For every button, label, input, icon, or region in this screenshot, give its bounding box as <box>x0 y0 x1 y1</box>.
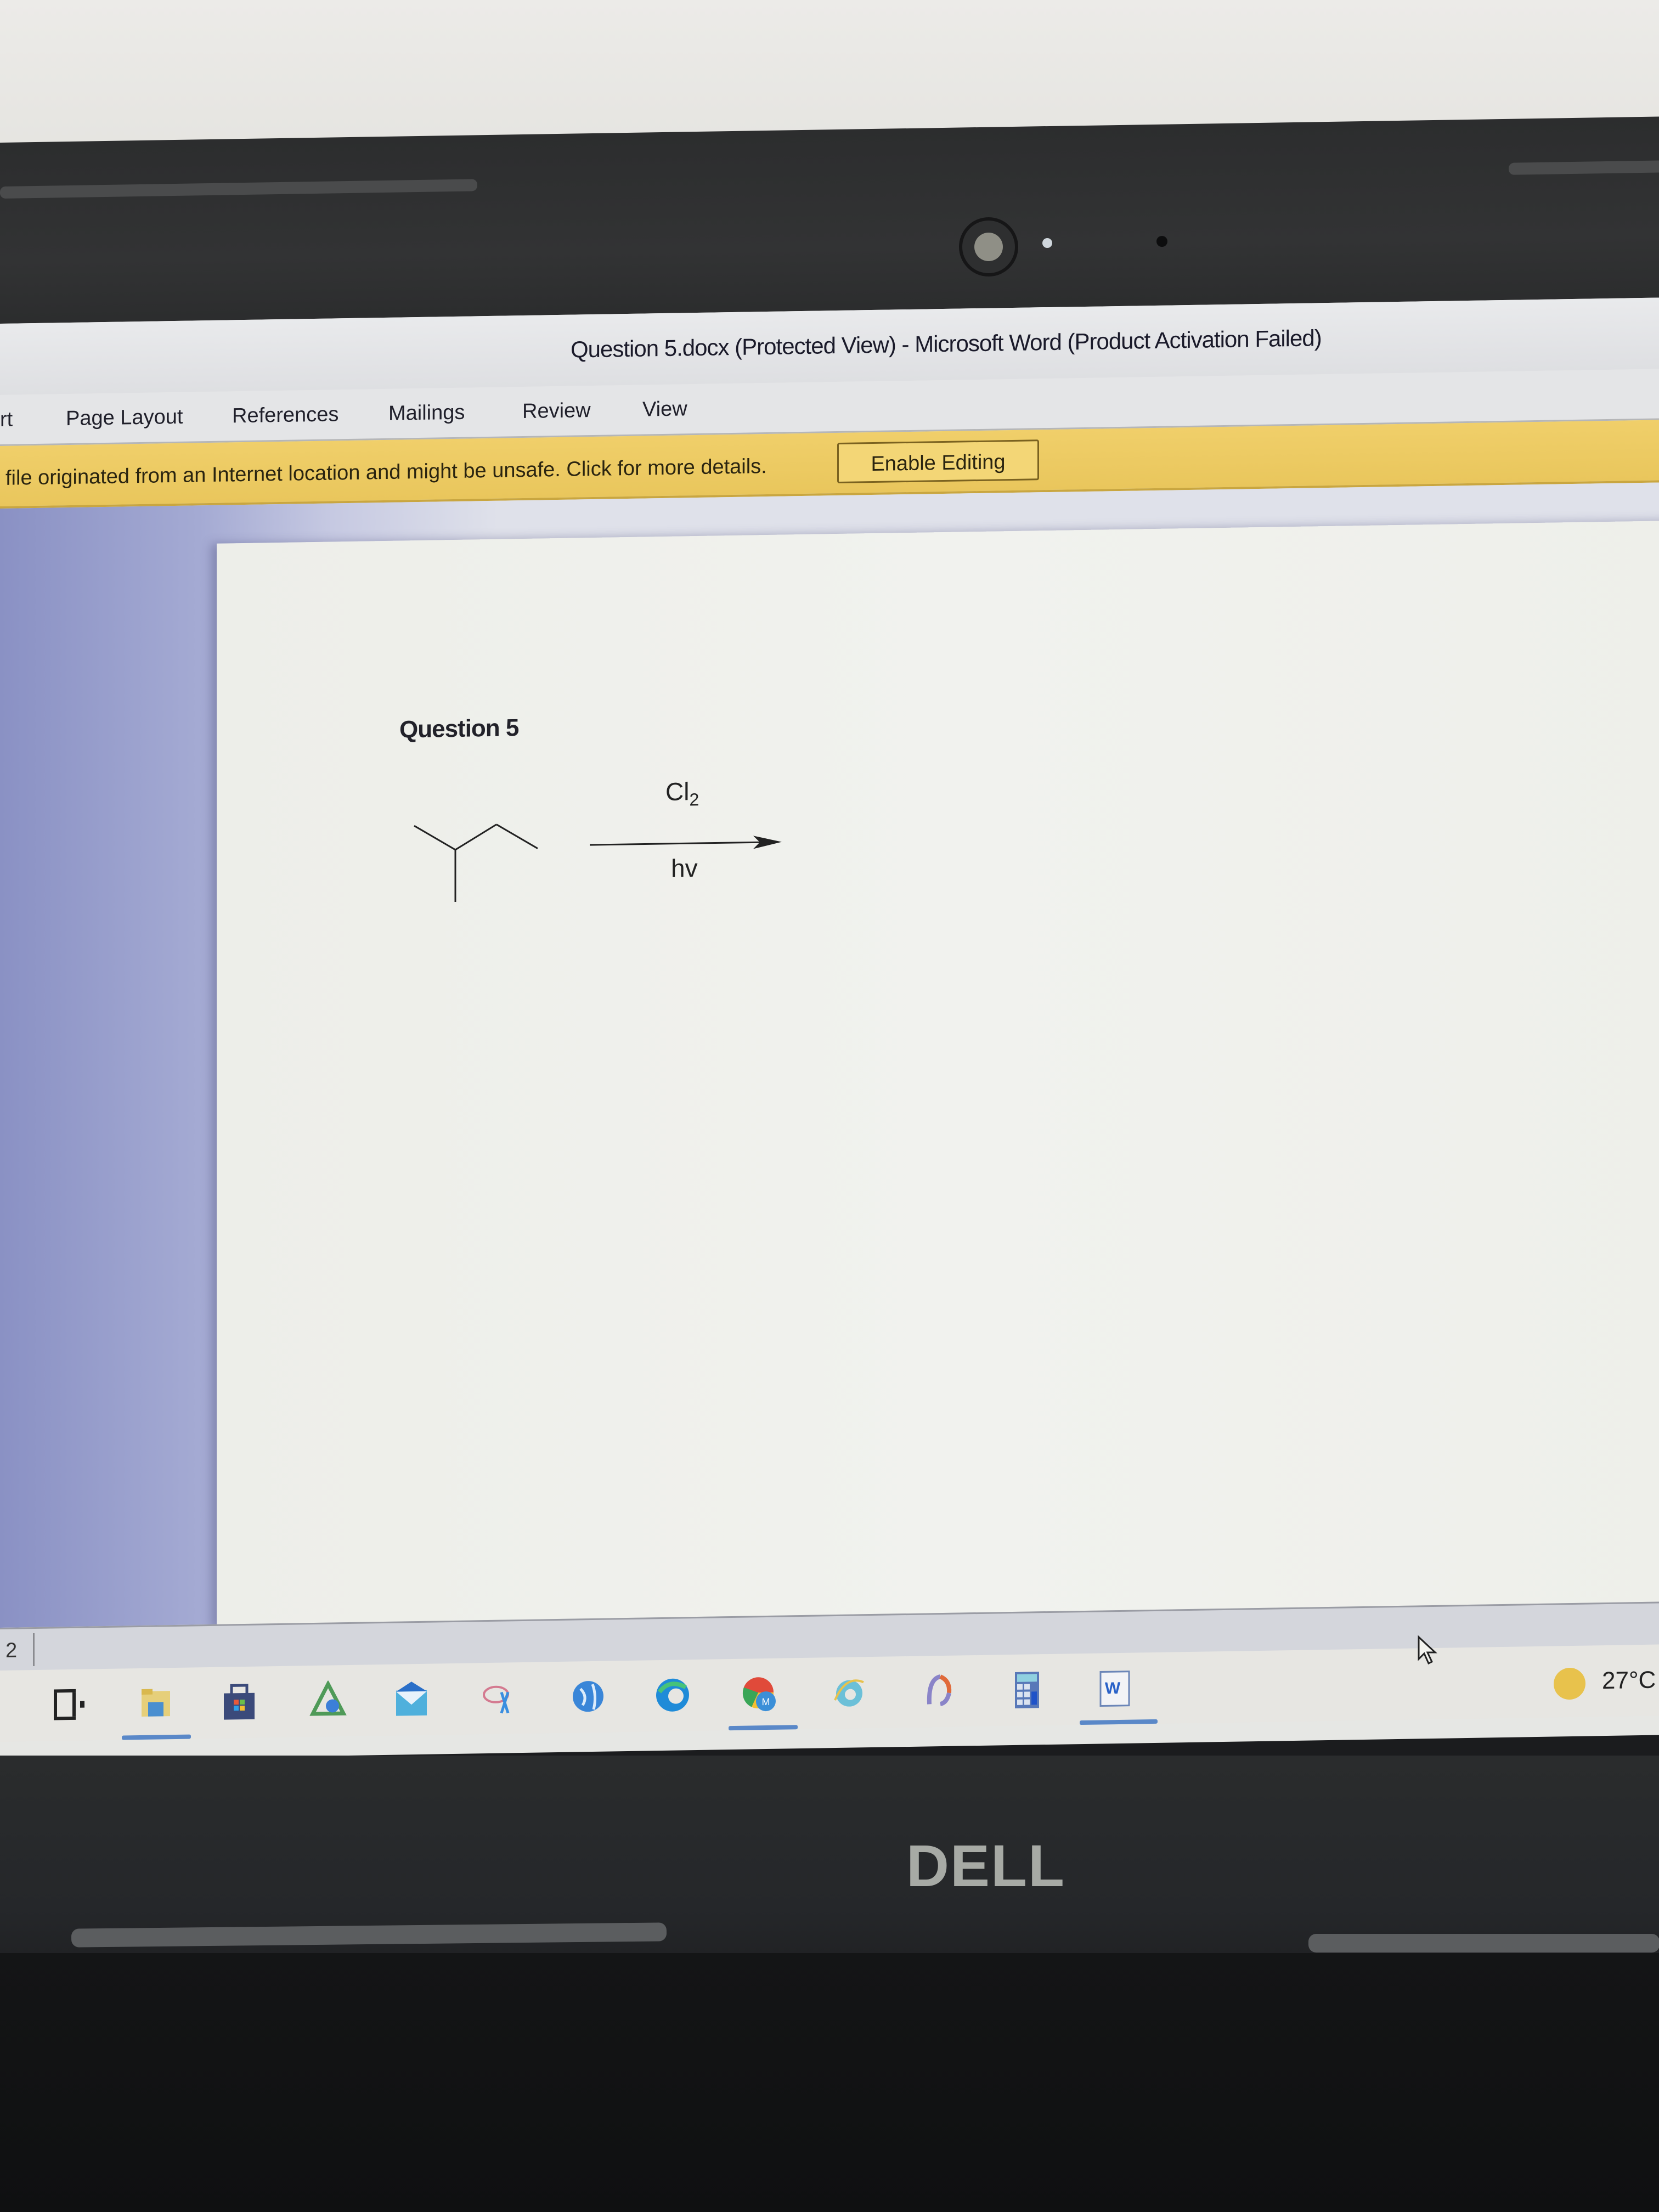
microsoft-store-icon[interactable] <box>219 1682 259 1722</box>
tab-references[interactable]: References <box>232 403 338 428</box>
document-page[interactable]: Question 5 Cl2 hv <box>217 520 1659 1630</box>
enable-editing-button[interactable]: Enable Editing <box>837 439 1039 484</box>
status-divider <box>33 1633 35 1667</box>
task-view-icon[interactable] <box>49 1684 89 1724</box>
microsoft-word-icon[interactable]: W <box>1095 1668 1135 1708</box>
reaction-arrow <box>590 836 782 849</box>
file-explorer-active-indicator <box>122 1734 191 1740</box>
bond-2 <box>455 823 497 851</box>
question-heading: Question 5 <box>399 714 519 743</box>
bond-1 <box>414 825 456 851</box>
protected-view-message[interactable]: file originated from an Internet locatio… <box>5 455 767 490</box>
reagent-cl2: Cl2 <box>665 776 699 810</box>
webcam-light-icon <box>1042 238 1052 248</box>
reactant-structure <box>414 823 782 902</box>
snipping-tool-icon[interactable] <box>479 1678 519 1718</box>
profile-badge: M <box>762 1696 770 1707</box>
sensor-icon <box>1156 236 1167 247</box>
window-title: Question 5.docx (Protected View) - Micro… <box>571 325 1322 363</box>
tab-insert[interactable]: rt <box>0 408 13 432</box>
tab-mailings[interactable]: Mailings <box>388 401 465 426</box>
document-workspace: Question 5 Cl2 hv <box>0 482 1659 1630</box>
microsoft-edge-icon[interactable] <box>653 1675 692 1715</box>
weather-sun-icon[interactable] <box>1554 1667 1585 1700</box>
chrome-profile-icon[interactable]: M <box>741 1674 780 1714</box>
file-explorer-icon[interactable] <box>136 1683 176 1723</box>
bezel-slot-right <box>1509 160 1659 175</box>
laptop-base <box>0 1953 1659 2212</box>
bond-3 <box>496 823 538 849</box>
hinge-left <box>71 1922 667 1948</box>
mail-icon[interactable] <box>392 1679 431 1719</box>
weather-temperature[interactable]: 27°C <box>1602 1667 1656 1695</box>
app-arc-icon[interactable] <box>918 1671 958 1711</box>
chrome-active-indicator <box>729 1725 798 1731</box>
word-active-indicator <box>1080 1719 1158 1725</box>
reagent-hv: hv <box>671 854 698 883</box>
reaction-scheme: Cl2 hv <box>403 770 842 930</box>
mouse-cursor-icon <box>1418 1635 1437 1665</box>
tab-page-layout[interactable]: Page Layout <box>66 405 183 431</box>
hinge-right <box>1308 1934 1659 1953</box>
dell-logo: DELL <box>906 1832 1065 1899</box>
laptop-bottom-bezel <box>0 1756 1659 1975</box>
tab-review[interactable]: Review <box>522 399 591 424</box>
webcam-icon <box>959 217 1018 276</box>
reagent-cl: Cl <box>665 777 690 806</box>
calculator-icon[interactable] <box>1007 1669 1047 1709</box>
tab-view[interactable]: View <box>642 397 687 421</box>
globe-browser-icon[interactable] <box>568 1677 608 1717</box>
internet-explorer-icon[interactable] <box>830 1672 869 1712</box>
reagent-subscript: 2 <box>689 789 699 810</box>
laptop-screen: Question 5.docx (Protected View) - Micro… <box>0 297 1659 1762</box>
bezel-slot-left <box>0 179 477 199</box>
word-badge: W <box>1105 1679 1121 1697</box>
photos-app-icon[interactable] <box>308 1680 348 1720</box>
page-number[interactable]: 2 <box>5 1639 17 1663</box>
